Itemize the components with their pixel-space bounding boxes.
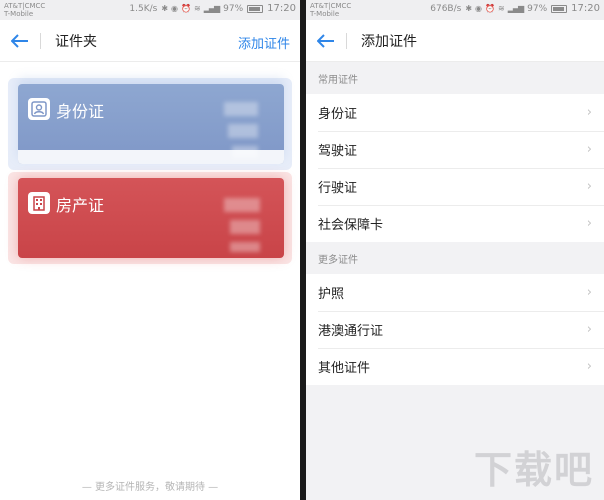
chevron-right-icon: › [586,105,592,120]
more-certificates-list: 护照 › 港澳通行证 › 其他证件 › [306,274,604,385]
status-bar: AT&T|CMCC T-Mobile 1.5K/s ✱ ◉ ⏰ ≋ ▂▄▆ 97… [0,0,300,20]
carrier-info: AT&T|CMCC T-Mobile [310,2,351,18]
nav-divider [40,32,41,49]
carrier-primary: AT&T|CMCC [4,2,46,10]
list-item-label: 其他证件 [318,361,371,376]
chevron-right-icon: › [586,359,592,374]
id-card-icon [28,98,50,120]
page-title: 添加证件 [361,33,417,50]
id-card[interactable]: 身份证 [18,84,284,164]
footer-note: — 更多证件服务，敬请期待 — [81,482,219,493]
signal-icon: ▂▄▆ [203,4,221,13]
property-certificate-card[interactable]: 房产证 [18,178,284,258]
alarm-icon: ⏰ [485,4,495,13]
signal-icon: ▂▄▆ [507,4,525,13]
chevron-right-icon: › [586,322,592,337]
alarm-icon: ⏰ [181,4,191,13]
add-certificate-button[interactable]: 添加证件 [238,33,290,52]
chevron-right-icon: › [586,142,592,157]
list-item-label: 行驶证 [318,181,358,196]
building-icon [28,192,50,214]
nav-divider [346,32,347,49]
back-arrow-icon[interactable] [0,20,40,62]
masked-info [224,198,260,212]
clock: 17:20 [267,3,296,14]
network-speed: 676B/s [430,3,462,14]
add-certificate-screen: AT&T|CMCC T-Mobile 676B/s ✱ ◉ ⏰ ≋ ▂▄▆ 97… [306,0,604,500]
wallet-screen: AT&T|CMCC T-Mobile 1.5K/s ✱ ◉ ⏰ ≋ ▂▄▆ 97… [0,0,300,500]
section-header-common: 常用证件 [306,62,604,94]
card-label: 身份证 [56,102,105,121]
bluetooth-icon: ✱ [465,4,472,13]
eye-icon: ◉ [475,4,482,13]
common-certificates-list: 身份证 › 驾驶证 › 行驶证 › 社会保障卡 › [306,94,604,242]
network-speed: 1.5K/s [129,3,158,14]
watermark-logo: 下载吧 [473,448,594,492]
top-navigation: 证件夹 添加证件 [0,20,300,62]
masked-info [230,242,260,252]
card-label: 房产证 [56,196,105,215]
chevron-right-icon: › [586,216,592,231]
list-item-label: 身份证 [318,107,358,122]
wifi-icon: ≋ [193,4,201,13]
carrier-secondary: T-Mobile [4,10,34,18]
battery-icon [551,4,568,13]
list-item-label: 驾驶证 [318,144,358,159]
section-header-more: 更多证件 [306,242,604,274]
back-arrow-icon[interactable] [306,20,346,62]
masked-info [228,124,258,138]
battery-percent: 97% [527,3,548,14]
list-item-hk-macau-permit[interactable]: 港澳通行证 › [306,311,604,348]
masked-info [230,220,260,234]
carrier-primary: AT&T|CMCC [310,2,352,10]
chevron-right-icon: › [586,179,592,194]
top-navigation: 添加证件 [306,20,604,62]
carrier-info: AT&T|CMCC T-Mobile [4,2,45,18]
list-item-vehicle-license[interactable]: 行驶证 › [306,168,604,205]
list-item-social-security-card[interactable]: 社会保障卡 › [306,205,604,242]
list-item-driver-license[interactable]: 驾驶证 › [306,131,604,168]
carrier-secondary: T-Mobile [310,10,340,18]
list-item-label: 护照 [318,287,345,302]
card-fade [18,150,284,164]
status-bar: AT&T|CMCC T-Mobile 676B/s ✱ ◉ ⏰ ≋ ▂▄▆ 97… [306,0,604,20]
chevron-right-icon: › [586,285,592,300]
clock: 17:20 [571,3,600,14]
wifi-icon: ≋ [497,4,505,13]
battery-icon [247,4,264,13]
list-item-id-card[interactable]: 身份证 › [306,94,604,131]
list-item-label: 港澳通行证 [318,324,384,339]
list-item-passport[interactable]: 护照 › [306,274,604,311]
page-title: 证件夹 [55,33,97,50]
list-item-label: 社会保障卡 [318,218,384,233]
eye-icon: ◉ [171,4,178,13]
masked-info [224,102,258,116]
bluetooth-icon: ✱ [161,4,168,13]
list-item-other-certificates[interactable]: 其他证件 › [306,348,604,385]
battery-percent: 97% [223,3,244,14]
